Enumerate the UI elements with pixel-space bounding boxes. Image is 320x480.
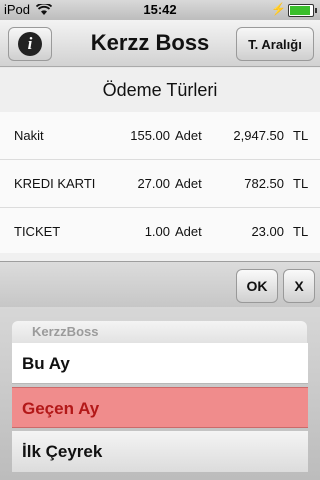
payment-amount: 23.00 <box>251 224 284 239</box>
info-icon: i <box>18 32 42 56</box>
battery-icon <box>288 4 317 17</box>
table-row[interactable]: Nakit 155.00 Adet 2,947.50 TL <box>0 112 320 160</box>
payment-amount: 782.50 <box>244 176 284 191</box>
picker-option-first-quarter[interactable]: İlk Çeyrek <box>12 431 308 472</box>
picker-header: KerzzBoss <box>12 321 307 343</box>
payment-unit: Adet <box>175 128 202 143</box>
payment-amount: 2,947.50 <box>233 128 284 143</box>
payment-currency: TL <box>293 128 309 143</box>
table-spacer <box>0 253 320 261</box>
picker-option-last-month[interactable]: Geçen Ay <box>12 387 308 428</box>
nav-bar: i Kerzz Boss T. Aralığı <box>0 20 320 67</box>
payment-qty: 27.00 <box>137 176 170 191</box>
payment-name: Nakit <box>14 128 44 143</box>
payment-table: Nakit 155.00 Adet 2,947.50 TL KREDI KART… <box>0 112 320 256</box>
battery-fill <box>290 6 310 15</box>
picker-toolbar: OK X <box>0 261 320 308</box>
picker-option-this-month[interactable]: Bu Ay <box>12 343 308 384</box>
table-row[interactable]: KREDI KARTI 27.00 Adet 782.50 TL <box>0 160 320 208</box>
payment-name: TICKET <box>14 224 61 239</box>
period-picker[interactable]: KerzzBoss Bu Ay Geçen Ay İlk Çeyrek <box>0 307 320 480</box>
close-button[interactable]: X <box>283 269 315 303</box>
table-row[interactable]: TICKET 1.00 Adet 23.00 TL <box>0 208 320 256</box>
payment-currency: TL <box>293 176 309 191</box>
ok-button[interactable]: OK <box>236 269 278 303</box>
payment-unit: Adet <box>175 224 202 239</box>
payment-qty: 1.00 <box>144 224 170 239</box>
payment-name: KREDI KARTI <box>14 176 96 191</box>
status-bar: iPod 15:42 ⚡ <box>0 0 320 20</box>
info-button[interactable]: i <box>8 27 52 61</box>
payment-currency: TL <box>293 224 309 239</box>
app-title: Kerzz Boss <box>90 30 210 55</box>
payment-unit: Adet <box>175 176 202 191</box>
date-range-button[interactable]: T. Aralığı <box>236 27 314 61</box>
payment-qty: 155.00 <box>130 128 170 143</box>
section-title: Ödeme Türleri <box>0 68 320 112</box>
charging-icon: ⚡ <box>271 2 286 16</box>
